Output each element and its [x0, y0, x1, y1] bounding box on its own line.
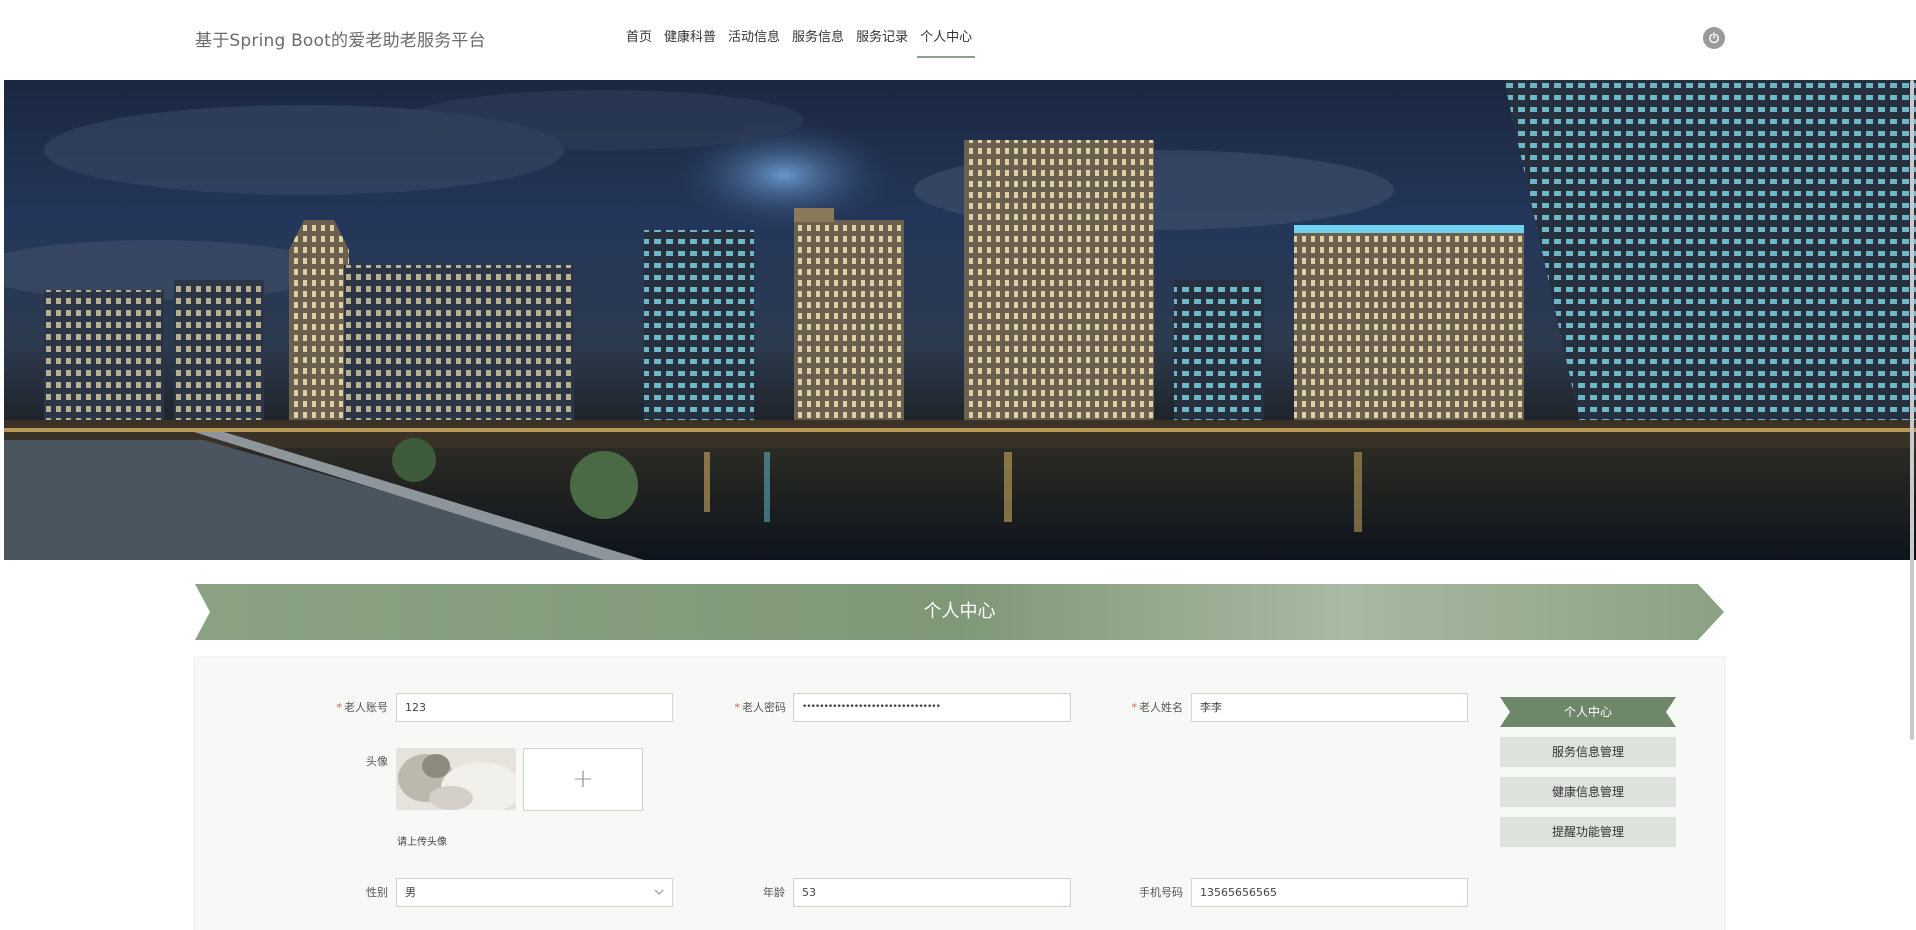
avatar-upload-button[interactable]: +: [523, 748, 643, 811]
site-title: 基于Spring Boot的爱老助老服务平台: [195, 31, 486, 51]
password-label: * 老人密码: [734, 701, 787, 714]
side-item-label: 个人中心: [1563, 705, 1612, 719]
nav-home[interactable]: 首页: [620, 0, 658, 80]
phone-input[interactable]: 13565656565: [1191, 878, 1468, 907]
nav-service-records[interactable]: 服务记录: [850, 0, 914, 80]
phone-label: 手机号码: [1139, 886, 1183, 899]
password-input[interactable]: ••••••••••••••••••••••••••••••••: [793, 693, 1071, 722]
page: 基于Spring Boot的爱老助老服务平台 首页 健康科普 活动信息 服务信息…: [0, 0, 1916, 930]
hero-banner-image: [4, 80, 1916, 560]
name-input[interactable]: 李李: [1191, 693, 1468, 722]
top-header: 基于Spring Boot的爱老助老服务平台 首页 健康科普 活动信息 服务信息…: [0, 0, 1916, 80]
account-label: * 老人账号: [336, 701, 389, 714]
side-item-personal-center[interactable]: 个人中心: [1500, 697, 1676, 727]
gender-value: 男: [405, 886, 416, 899]
side-item-service-info[interactable]: 服务信息管理: [1500, 737, 1676, 767]
section-ribbon: 个人中心: [195, 584, 1724, 640]
side-item-reminders[interactable]: 提醒功能管理: [1500, 817, 1676, 847]
avatar-label: 头像: [366, 755, 388, 768]
gender-label: 性别: [366, 886, 388, 899]
account-input[interactable]: 123: [396, 693, 673, 722]
gender-select[interactable]: 男: [396, 878, 673, 907]
nav-services[interactable]: 服务信息: [786, 0, 850, 80]
nav-activities[interactable]: 活动信息: [722, 0, 786, 80]
age-label: 年龄: [763, 886, 785, 899]
nav-health-science[interactable]: 健康科普: [658, 0, 722, 80]
main-nav: 首页 健康科普 活动信息 服务信息 服务记录 个人中心: [620, 0, 978, 80]
avatar-hint: 请上传头像: [397, 837, 447, 848]
name-label: * 老人姓名: [1131, 701, 1184, 714]
avatar-image: [396, 748, 516, 810]
power-icon[interactable]: [1703, 27, 1725, 49]
section-title: 个人中心: [923, 601, 996, 622]
page-scrollbar[interactable]: [1910, 80, 1914, 740]
age-input[interactable]: 53: [793, 878, 1071, 907]
nav-personal-center[interactable]: 个人中心: [914, 0, 978, 80]
side-item-health-info[interactable]: 健康信息管理: [1500, 777, 1676, 807]
chevron-down-icon: [654, 889, 664, 895]
